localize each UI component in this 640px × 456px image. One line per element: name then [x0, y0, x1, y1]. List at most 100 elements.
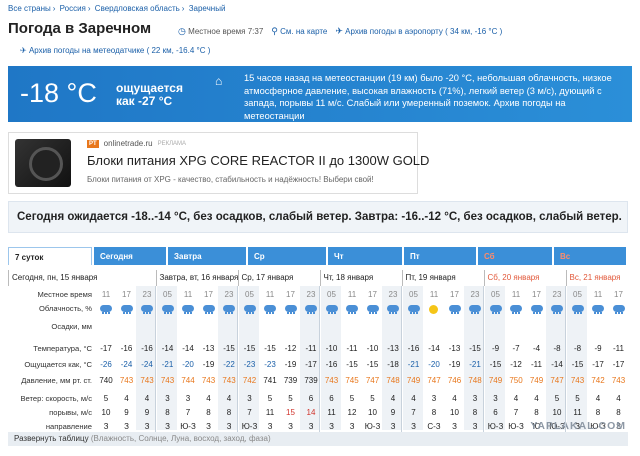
cell-wind: 3 — [431, 394, 437, 403]
expand-table-link[interactable]: Развернуть таблицу (Влажность, Солнце, Л… — [8, 432, 628, 446]
cell-temp: -7 — [512, 344, 520, 353]
cloud-icon — [588, 304, 608, 317]
cell-temp: -13 — [448, 344, 461, 353]
cell-feels: -15 — [489, 360, 502, 369]
tab-3[interactable]: Ср — [248, 247, 326, 265]
cell-press: 747 — [365, 376, 380, 385]
cell-press: 743 — [160, 376, 175, 385]
cell-time: 05 — [573, 290, 582, 299]
cell-gust: 15 — [286, 408, 295, 417]
breadcrumb-item[interactable]: Все страны — [8, 4, 51, 13]
cell-feels: -21 — [407, 360, 420, 369]
header-links: ◷ Местное время 7:37 ⚲ См. на карте ✈ Ар… — [178, 26, 502, 37]
cell-press: 749 — [488, 376, 503, 385]
cell-temp: -14 — [182, 344, 194, 353]
cell-temp: -8 — [573, 344, 582, 353]
cell-wind: 4 — [452, 394, 457, 403]
row-label-press: Давление, мм рт. ст. — [21, 376, 92, 385]
cloud-icon — [363, 304, 383, 317]
page-title: Погода в Заречном — [8, 20, 152, 37]
cell-press: 749 — [529, 376, 544, 385]
breadcrumb: Все страны › Россия › Свердловская область… — [8, 4, 226, 13]
current-weather-panel: -18 °C ощущается как -27 °C ⌂ 15 часов на… — [8, 66, 632, 122]
cell-dir: С-З — [427, 422, 441, 431]
cell-press: 743 — [611, 376, 626, 385]
cell-wind: 5 — [370, 394, 375, 403]
cell-time: 05 — [245, 290, 254, 299]
cell-time: 05 — [491, 290, 500, 299]
tab-1[interactable]: Сегодня — [94, 247, 166, 265]
cell-time: 11 — [265, 290, 275, 299]
cell-temp: -14 — [161, 344, 174, 353]
cell-dir: З — [206, 422, 211, 431]
cell-gust: 10 — [101, 408, 111, 417]
cell-feels: -15 — [571, 360, 584, 369]
cell-time: 05 — [409, 290, 418, 299]
cloud-icon — [322, 304, 342, 317]
tab-5[interactable]: Пт — [404, 247, 476, 265]
breadcrumb-item[interactable]: Заречный — [189, 4, 226, 13]
cell-temp: -4 — [532, 344, 541, 353]
cell-dir: Ю-З — [487, 422, 504, 431]
tab-2[interactable]: Завтра — [168, 247, 246, 265]
cell-dir: Ю-З — [180, 422, 196, 431]
cell-feels: -21 — [161, 360, 174, 369]
map-link[interactable]: ⚲ См. на карте — [271, 26, 327, 37]
cell-dir: З — [329, 422, 334, 431]
cell-wind: 4 — [616, 394, 621, 403]
cell-temp: -11 — [346, 344, 358, 353]
ad-image[interactable] — [15, 139, 71, 187]
cloud-icon — [506, 304, 526, 317]
cloud-icon — [281, 304, 301, 317]
airport-archive-link[interactable]: ✈ Архив погоды в аэропорту ( 34 км, -16 … — [335, 26, 502, 37]
cell-time: 17 — [286, 290, 295, 299]
cloud-icon — [568, 304, 588, 317]
cell-press: 745 — [345, 376, 359, 385]
cell-wind: 4 — [124, 394, 129, 403]
station-archive-link[interactable]: ✈ Архив погоды на метеодатчике ( 22 км, … — [20, 46, 210, 55]
row-label-cloud: Облачность, % — [39, 304, 92, 313]
advertisement[interactable]: PT onlinetrade.ru РЕКЛАМА Блоки питания XP… — [8, 132, 429, 194]
cell-feels: -23 — [264, 360, 276, 369]
cell-temp: -12 — [284, 344, 297, 353]
row-label-gust: порывы, м/с — [49, 408, 92, 417]
cell-gust: 12 — [347, 408, 357, 417]
ad-headline[interactable]: Блоки питания XPG CORE REACTOR II до 130… — [87, 153, 429, 168]
ad-source[interactable]: onlinetrade.ru — [104, 139, 153, 148]
breadcrumb-item[interactable]: Россия — [60, 4, 86, 13]
cell-wind: 5 — [288, 394, 293, 403]
row-label-feels: Ощущается как, °C — [24, 360, 92, 369]
watermark: YAPLAKAL.COM — [530, 420, 626, 432]
day-separator — [318, 286, 320, 432]
tab-4[interactable]: Чт — [328, 247, 402, 265]
cell-wind: 5 — [349, 394, 355, 403]
ad-logo: PT — [87, 139, 99, 148]
tab-7[interactable]: Вс — [554, 247, 626, 265]
cell-dir: Ю-З — [508, 422, 524, 431]
day-headers: Сегодня, пн, 15 января Завтра, вт, 16 янв… — [8, 270, 628, 286]
cell-feels: -19 — [284, 360, 297, 369]
cell-gust: 10 — [450, 408, 459, 417]
cell-feels: -19 — [202, 360, 215, 369]
cell-wind: 4 — [206, 394, 211, 403]
plane-icon: ✈ — [20, 46, 27, 55]
cell-dir: З — [452, 422, 457, 431]
cell-time: 11 — [183, 290, 193, 299]
cell-wind: 4 — [595, 394, 601, 403]
cell-temp: -16 — [120, 344, 133, 353]
cell-gust: 8 — [534, 408, 539, 417]
tab-6[interactable]: Сб — [478, 247, 552, 265]
cell-gust: 6 — [493, 408, 498, 417]
cell-wind: 4 — [411, 394, 416, 403]
cell-temp: -15 — [243, 344, 256, 353]
local-time: 7:37 — [247, 27, 264, 36]
station-icon: ⌂ — [215, 74, 223, 88]
day-header: Сегодня, пн, 15 января — [8, 270, 100, 286]
cell-feels: -15 — [346, 360, 358, 369]
cell-feels: -20 — [428, 360, 440, 369]
breadcrumb-item[interactable]: Свердловская область — [95, 4, 180, 13]
row-label-temp: Температура, °C — [33, 344, 92, 353]
day-header: Вс, 21 января — [565, 270, 624, 286]
row-label-time: Местное время — [37, 290, 92, 299]
tab-0[interactable]: 7 суток — [8, 247, 92, 265]
